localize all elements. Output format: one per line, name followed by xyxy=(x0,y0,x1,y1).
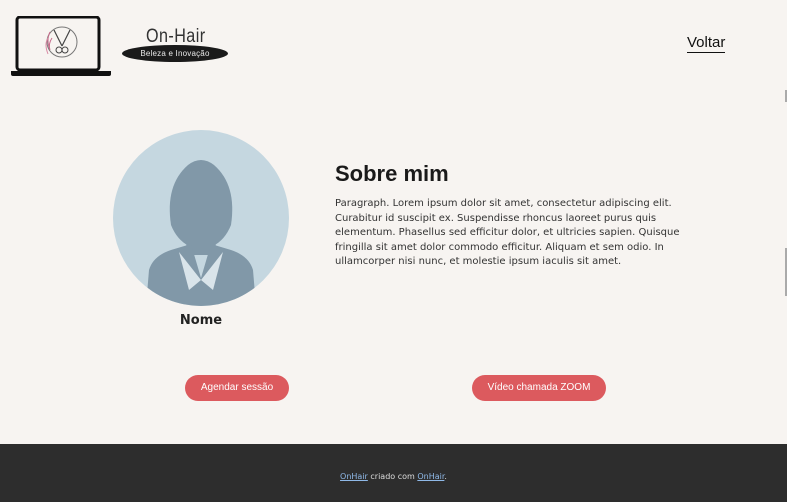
logo[interactable]: On-Hair Beleza e Inovação xyxy=(10,12,230,77)
footer-text-middle: criado com xyxy=(367,472,418,481)
back-link[interactable]: Voltar xyxy=(687,34,726,53)
laptop-icon xyxy=(11,16,111,76)
user-silhouette-icon xyxy=(146,160,256,306)
about-title: Sobre mim xyxy=(335,161,449,186)
about-text: Paragraph. Lorem ipsum dolor sit amet, c… xyxy=(335,198,680,268)
footer: OnHair criado com OnHair. xyxy=(0,444,787,502)
footer-link-onhair[interactable]: OnHair xyxy=(340,472,368,481)
footer-credits: OnHair criado com OnHair. xyxy=(0,472,787,481)
profile-name: Nome xyxy=(179,313,223,328)
footer-link-onhair-2[interactable]: OnHair xyxy=(417,472,444,481)
brand-tagline: Beleza e Inovação xyxy=(122,45,228,62)
avatar xyxy=(113,130,289,306)
header: On-Hair Beleza e Inovação Voltar xyxy=(0,0,787,90)
footer-text-end: . xyxy=(444,472,447,481)
schedule-session-button[interactable]: Agendar sessão xyxy=(185,375,289,401)
zoom-call-button[interactable]: Vídeo chamada ZOOM xyxy=(472,375,606,401)
